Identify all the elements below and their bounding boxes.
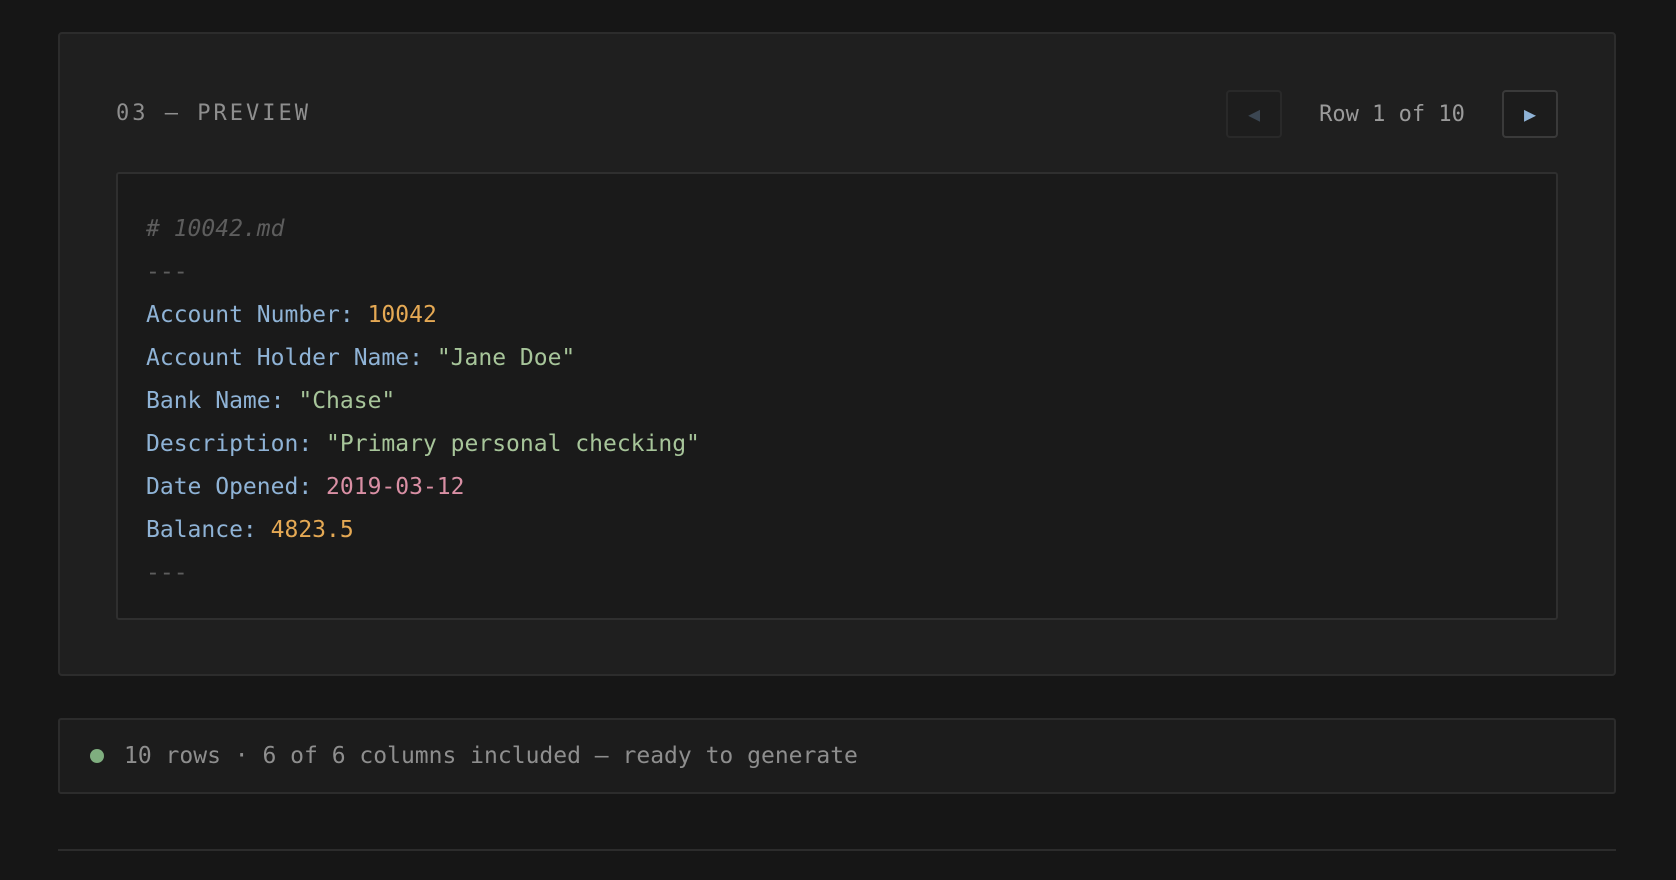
field-value: 4823.5 — [270, 517, 354, 543]
field-value: 2019-03-12 — [326, 474, 465, 500]
previous-row-button[interactable]: ◀ — [1226, 90, 1282, 138]
chevron-right-icon: ▶ — [1523, 102, 1537, 126]
field-value: "Jane Doe" — [436, 345, 576, 371]
next-row-button[interactable]: ▶ — [1502, 90, 1558, 138]
field-key: Description: — [146, 431, 313, 457]
markdown-preview: # 10042.md --- Account Number: 10042 Acc… — [116, 172, 1558, 620]
field-account-number: Account Number: 10042 — [146, 294, 1556, 337]
preview-header: 03 — PREVIEW ◀ Row 1 of 10 ▶ — [116, 90, 1558, 138]
status-bar: 10 rows · 6 of 6 columns included — read… — [58, 718, 1616, 794]
frontmatter-open-rule: --- — [146, 259, 188, 285]
field-balance: Balance: 4823.5 — [146, 509, 1556, 552]
page: 03 — PREVIEW ◀ Row 1 of 10 ▶ # 10042.md … — [0, 0, 1676, 880]
field-bank-name: Bank Name: "Chase" — [146, 380, 1556, 423]
status-indicator-dot — [90, 749, 104, 763]
field-value: 10042 — [367, 302, 437, 328]
field-key: Balance: — [146, 517, 257, 543]
chevron-left-icon: ◀ — [1247, 102, 1261, 126]
preview-card: 03 — PREVIEW ◀ Row 1 of 10 ▶ # 10042.md … — [58, 32, 1616, 676]
file-name-comment: # 10042.md — [146, 216, 285, 242]
field-key: Account Holder Name: — [146, 345, 423, 371]
status-text: 10 rows · 6 of 6 columns included — read… — [124, 743, 858, 769]
divider — [58, 849, 1616, 851]
row-counter: Row 1 of 10 — [1319, 101, 1465, 127]
section-title: 03 — PREVIEW — [116, 101, 311, 126]
field-description: Description: "Primary personal checking" — [146, 423, 1556, 466]
field-value: "Primary personal checking" — [326, 431, 700, 457]
row-pager: ◀ Row 1 of 10 ▶ — [1226, 90, 1558, 138]
field-key: Bank Name: — [146, 388, 285, 414]
field-date-opened: Date Opened: 2019-03-12 — [146, 466, 1556, 509]
field-key: Account Number: — [146, 302, 354, 328]
frontmatter-close-rule: --- — [146, 560, 188, 586]
field-key: Date Opened: — [146, 474, 313, 500]
field-account-holder-name: Account Holder Name: "Jane Doe" — [146, 337, 1556, 380]
field-value: "Chase" — [298, 388, 396, 414]
